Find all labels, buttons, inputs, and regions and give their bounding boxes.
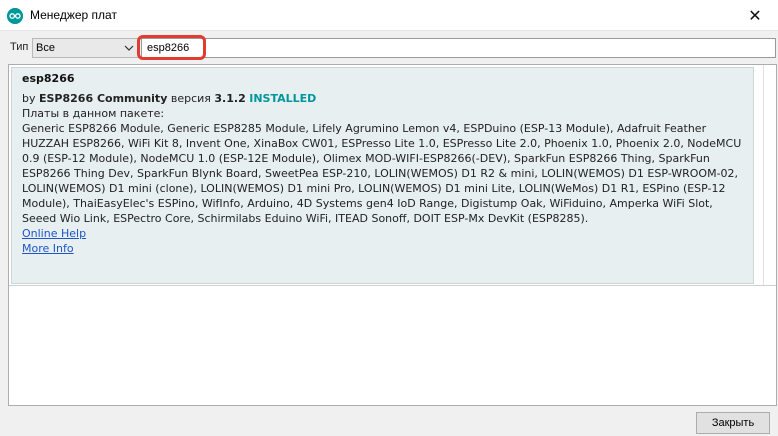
close-button[interactable]: Закрыть <box>696 412 770 434</box>
results-panel[interactable]: esp8266 by ESP8266 Community версия 3.1.… <box>8 64 777 406</box>
type-dropdown[interactable]: Все <box>32 38 139 58</box>
panel-divider <box>763 65 764 285</box>
boards-heading: Платы в данном пакете: <box>22 107 165 120</box>
type-label: Тип <box>10 41 29 53</box>
more-info-link[interactable]: More Info <box>22 241 753 256</box>
boards-list: Generic ESP8266 Module, Generic ESP8285 … <box>22 122 742 225</box>
title-bar: Менеджер плат ✕ <box>0 0 778 31</box>
list-divider <box>9 285 776 286</box>
package-card[interactable]: esp8266 by ESP8266 Community версия 3.1.… <box>11 67 754 284</box>
version-label: версия <box>170 92 211 105</box>
by-label: by <box>22 92 36 105</box>
package-author: ESP8266 Community <box>39 92 168 105</box>
package-name: esp8266 <box>22 72 75 85</box>
search-input[interactable] <box>142 39 775 57</box>
search-field[interactable] <box>141 38 776 58</box>
type-dropdown-value: Все <box>36 42 55 54</box>
install-status: INSTALLED <box>249 92 317 105</box>
package-version: 3.1.2 <box>214 92 246 105</box>
online-help-link[interactable]: Online Help <box>22 226 753 241</box>
close-icon[interactable]: ✕ <box>732 0 778 31</box>
window-title: Менеджер плат <box>30 8 117 22</box>
filter-row: Тип Все <box>0 35 778 61</box>
chevron-down-icon <box>124 41 134 58</box>
arduino-icon <box>7 8 23 24</box>
package-meta: by ESP8266 Community версия 3.1.2 INSTAL… <box>22 91 753 106</box>
